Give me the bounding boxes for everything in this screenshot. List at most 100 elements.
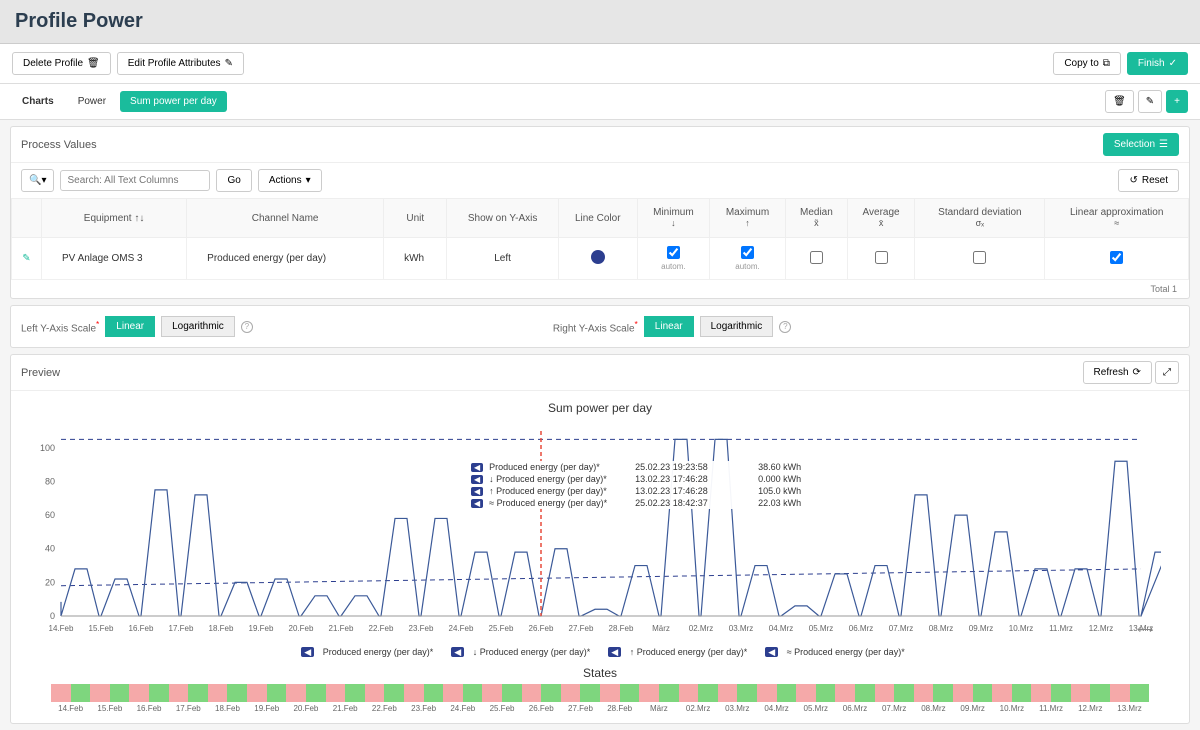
edit-icon: ✎	[225, 58, 233, 69]
chart-legend: ◀ Produced energy (per day)*◀ ↓ Produced…	[21, 647, 1179, 658]
finish-button[interactable]: Finish ✓	[1127, 52, 1188, 75]
actions-button[interactable]: Actions ▾	[258, 169, 322, 192]
search-input[interactable]	[60, 170, 210, 191]
svg-text:26.Feb: 26.Feb	[529, 624, 554, 633]
states-bar	[51, 684, 1149, 702]
svg-text:80: 80	[45, 476, 55, 486]
trash-icon: 🗑	[87, 58, 100, 69]
go-button[interactable]: Go	[216, 169, 251, 192]
svg-text:05.Mrz: 05.Mrz	[809, 624, 833, 633]
left-log-button[interactable]: Logarithmic	[161, 316, 235, 337]
svg-text:28.Feb: 28.Feb	[609, 624, 634, 633]
svg-text:24.Feb: 24.Feb	[449, 624, 474, 633]
left-linear-button[interactable]: Linear	[105, 316, 155, 337]
left-axis-label: Left Y-Axis Scale*	[21, 319, 99, 334]
plus-icon: +	[1174, 96, 1180, 107]
cell-yaxis: Left	[447, 238, 558, 280]
svg-text:09.Mrz: 09.Mrz	[969, 624, 993, 633]
svg-text:11.Mrz: 11.Mrz	[1049, 624, 1073, 633]
process-values-table: Equipment ↑↓Channel NameUnitShow on Y-Ax…	[11, 198, 1189, 280]
svg-text:27.Feb: 27.Feb	[569, 624, 594, 633]
col-header[interactable]: Medianx̃	[786, 199, 848, 238]
tab-delete-button[interactable]: 🗑	[1105, 90, 1134, 113]
refresh-button[interactable]: Refresh ⟳	[1083, 361, 1152, 384]
col-header[interactable]: Averagex̄	[847, 199, 915, 238]
copy-icon: ⧉	[1103, 58, 1110, 69]
right-linear-button[interactable]: Linear	[644, 316, 694, 337]
tab-edit-button[interactable]: ✎	[1138, 90, 1162, 113]
expand-button[interactable]: ⤢	[1155, 361, 1179, 384]
reset-button[interactable]: ↺ Reset	[1118, 169, 1179, 192]
svg-text:100: 100	[40, 443, 55, 453]
chart-title: Sum power per day	[21, 401, 1179, 415]
svg-text:18.Feb: 18.Feb	[209, 624, 234, 633]
process-values-section: Process Values Selection ☰ 🔍▾ Go Actions…	[10, 126, 1190, 299]
line-color-dot[interactable]	[591, 250, 605, 264]
list-icon: ☰	[1159, 139, 1168, 150]
total-row: Total 1	[11, 280, 1189, 298]
tabs-label: Charts	[12, 91, 64, 112]
svg-text:23.Feb: 23.Feb	[409, 624, 434, 633]
col-header[interactable]: Minimum↓	[637, 199, 709, 238]
col-header[interactable]: Equipment ↑↓	[42, 199, 187, 238]
svg-text:⟷: ⟷	[1137, 624, 1153, 636]
edit-profile-button[interactable]: Edit Profile Attributes ✎	[117, 52, 244, 75]
svg-text:16.Feb: 16.Feb	[129, 624, 154, 633]
svg-text:60: 60	[45, 510, 55, 520]
cell-channel: Produced energy (per day)	[187, 238, 384, 280]
max-checkbox[interactable]	[741, 246, 754, 259]
svg-text:12.Mrz: 12.Mrz	[1089, 624, 1113, 633]
svg-text:März: März	[652, 624, 670, 633]
svg-text:40: 40	[45, 544, 55, 554]
tab-power[interactable]: Power	[68, 91, 116, 112]
col-header[interactable]: Standard deviationσₓ	[915, 199, 1045, 238]
help-icon[interactable]: ?	[779, 321, 791, 333]
svg-text:19.Feb: 19.Feb	[249, 624, 274, 633]
svg-text:07.Mrz: 07.Mrz	[889, 624, 913, 633]
svg-text:10.Mrz: 10.Mrz	[1009, 624, 1033, 633]
svg-text:08.Mrz: 08.Mrz	[929, 624, 953, 633]
col-header[interactable]: Maximum↑	[710, 199, 786, 238]
help-icon[interactable]: ?	[241, 321, 253, 333]
std-checkbox[interactable]	[973, 251, 986, 264]
svg-text:14.Feb: 14.Feb	[49, 624, 74, 633]
min-checkbox[interactable]	[667, 246, 680, 259]
svg-text:03.Mrz: 03.Mrz	[729, 624, 753, 633]
col-header[interactable]: Channel Name	[187, 199, 384, 238]
right-log-button[interactable]: Logarithmic	[700, 316, 774, 337]
trash-icon: 🗑	[1113, 96, 1126, 107]
tab-sum-power[interactable]: Sum power per day	[120, 91, 227, 112]
lin-checkbox[interactable]	[1110, 251, 1123, 264]
col-header[interactable]: Line Color	[558, 199, 637, 238]
col-header[interactable]: Show on Y-Axis	[447, 199, 558, 238]
preview-section: Preview Refresh ⟳ ⤢ Sum power per day 02…	[10, 354, 1190, 724]
col-header[interactable]: Linear approximation≈	[1045, 199, 1189, 238]
check-icon: ✓	[1169, 58, 1177, 69]
axis-section: Left Y-Axis Scale* Linear Logarithmic ? …	[10, 305, 1190, 348]
median-checkbox[interactable]	[810, 251, 823, 264]
svg-text:02.Mrz: 02.Mrz	[689, 624, 713, 633]
page-title: Profile Power	[15, 10, 1185, 33]
avg-checkbox[interactable]	[875, 251, 888, 264]
delete-profile-button[interactable]: Delete Profile 🗑	[12, 52, 111, 75]
col-header[interactable]: Unit	[384, 199, 447, 238]
chart[interactable]: 02040608010014.Feb15.Feb16.Feb17.Feb18.F…	[21, 421, 1179, 641]
section-title: Process Values	[21, 139, 97, 151]
edit-icon: ✎	[1146, 96, 1154, 107]
svg-text:21.Feb: 21.Feb	[329, 624, 354, 633]
svg-text:20: 20	[45, 577, 55, 587]
edit-row-icon[interactable]: ✎	[22, 253, 30, 264]
svg-text:17.Feb: 17.Feb	[169, 624, 194, 633]
svg-text:15.Feb: 15.Feb	[89, 624, 114, 633]
states-title: States	[21, 666, 1179, 680]
tab-add-button[interactable]: +	[1166, 90, 1188, 113]
copy-to-button[interactable]: Copy to ⧉	[1053, 52, 1121, 75]
selection-button[interactable]: Selection ☰	[1103, 133, 1179, 156]
svg-text:25.Feb: 25.Feb	[489, 624, 514, 633]
charts-tabs: Charts Power Sum power per day 🗑 ✎ +	[0, 84, 1200, 120]
search-dropdown-button[interactable]: 🔍▾	[21, 169, 54, 192]
svg-text:22.Feb: 22.Feb	[369, 624, 394, 633]
cell-equipment: PV Anlage OMS 3	[42, 238, 187, 280]
svg-text:04.Mrz: 04.Mrz	[769, 624, 793, 633]
profile-toolbar: Delete Profile 🗑 Edit Profile Attributes…	[0, 44, 1200, 84]
